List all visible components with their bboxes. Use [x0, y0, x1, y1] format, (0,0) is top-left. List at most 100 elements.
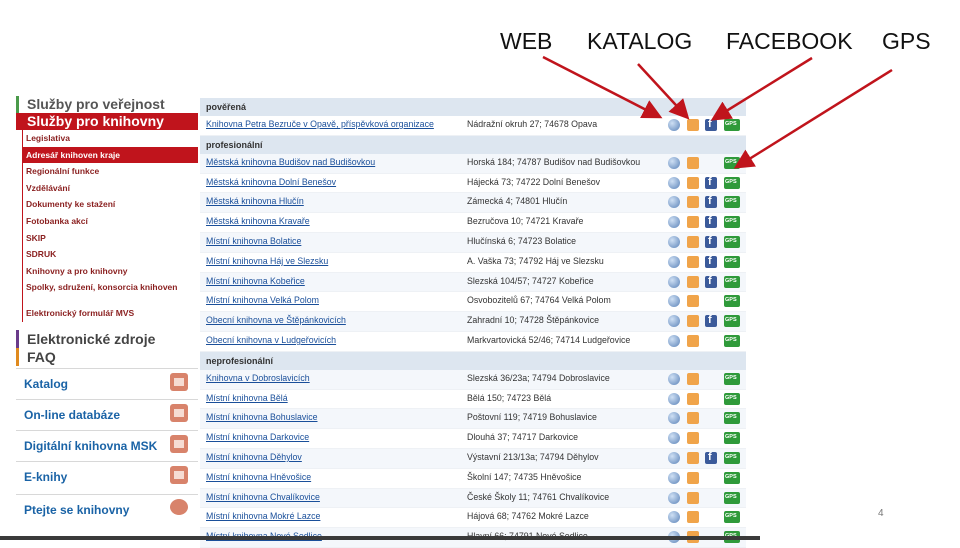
library-name-link[interactable]: Městská knihovna Dolní Benešov	[206, 177, 336, 187]
sidebar-ask[interactable]: Ptejte se knihovny	[16, 494, 198, 525]
web-icon[interactable]	[668, 275, 680, 288]
gps-icon[interactable]	[724, 412, 740, 425]
sidebar-box-3[interactable]: E-knihy	[16, 461, 198, 492]
gps-icon[interactable]	[724, 216, 740, 229]
sidebar-section-1[interactable]: Služby pro knihovny	[16, 113, 198, 130]
web-icon[interactable]	[668, 119, 680, 131]
facebook-icon[interactable]	[705, 195, 717, 209]
gps-icon[interactable]	[724, 275, 740, 288]
catalog-icon[interactable]	[687, 491, 699, 504]
sidebar-subitem-2[interactable]: Regionální funkce	[22, 163, 198, 180]
web-icon[interactable]	[668, 315, 680, 328]
catalog-icon[interactable]	[687, 176, 699, 189]
facebook-icon[interactable]	[705, 275, 717, 288]
catalog-icon[interactable]	[687, 334, 699, 347]
sidebar-section-0[interactable]: Služby pro veřejnost	[16, 96, 198, 113]
library-name-link[interactable]: Knihovna v Dobroslavicích	[206, 373, 310, 383]
library-name-link[interactable]: Místní knihovna Mokré Lazce	[206, 511, 320, 521]
gps-icon[interactable]	[724, 295, 740, 308]
web-icon[interactable]	[668, 392, 680, 405]
web-icon[interactable]	[668, 295, 680, 308]
catalog-icon[interactable]	[687, 275, 699, 288]
catalog-icon[interactable]	[687, 196, 699, 209]
facebook-icon[interactable]	[705, 215, 717, 229]
web-icon[interactable]	[668, 216, 680, 229]
web-icon[interactable]	[668, 511, 680, 524]
sidebar-box-2[interactable]: Digitální knihovna MSK	[16, 430, 198, 461]
web-icon[interactable]	[668, 255, 680, 268]
library-name-link[interactable]: Místní knihovna Bohuslavice	[206, 412, 318, 422]
web-icon[interactable]	[668, 451, 680, 464]
library-name-link[interactable]: Místní knihovna Chvalíkovice	[206, 492, 320, 502]
library-name-link[interactable]: Knihovna Petra Bezruče v Opavě, příspěvk…	[206, 119, 434, 129]
gps-icon[interactable]	[724, 156, 740, 169]
gps-icon[interactable]	[724, 315, 740, 328]
sidebar-subitem-0[interactable]: Legislativa	[22, 130, 198, 147]
facebook-icon[interactable]	[705, 314, 717, 328]
gps-icon[interactable]	[724, 196, 740, 209]
web-icon[interactable]	[668, 176, 680, 189]
catalog-icon[interactable]	[687, 315, 699, 328]
sidebar-subitem-3[interactable]: Vzdělávání	[22, 179, 198, 197]
catalog-icon[interactable]	[687, 372, 699, 385]
gps-icon[interactable]	[724, 392, 740, 405]
library-name-link[interactable]: Místní knihovna Háj ve Slezsku	[206, 256, 328, 266]
sidebar-section2-0[interactable]: Elektronické zdroje	[16, 329, 198, 348]
sidebar-subitem-7[interactable]: SDRUK	[22, 246, 198, 263]
web-icon[interactable]	[668, 372, 680, 385]
web-icon[interactable]	[668, 235, 680, 248]
catalog-icon[interactable]	[687, 295, 699, 308]
gps-icon[interactable]	[724, 491, 740, 504]
web-icon[interactable]	[668, 471, 680, 484]
catalog-icon[interactable]	[687, 119, 699, 131]
gps-icon[interactable]	[724, 176, 740, 189]
web-icon[interactable]	[668, 432, 680, 445]
gps-icon[interactable]	[724, 119, 740, 131]
facebook-icon[interactable]	[705, 255, 717, 268]
library-name-link[interactable]: Městská knihovna Budišov nad Budišovkou	[206, 157, 375, 167]
gps-icon[interactable]	[724, 372, 740, 385]
sidebar-subitem-8[interactable]: Knihovny a pro knihovny	[22, 262, 198, 280]
catalog-icon[interactable]	[687, 255, 699, 268]
library-name-link[interactable]: Obecní knihovna v Ludgeřovicích	[206, 335, 336, 345]
gps-icon[interactable]	[724, 432, 740, 445]
sidebar-section2-1[interactable]: FAQ	[16, 347, 198, 366]
sidebar-subitem-1[interactable]: Adresář knihoven kraje	[22, 146, 198, 164]
library-name-link[interactable]: Místní knihovna Darkovice	[206, 432, 309, 442]
sidebar-subitem-10[interactable]: Elektronický formulář MVS	[22, 305, 198, 322]
web-icon[interactable]	[668, 491, 680, 504]
library-name-link[interactable]: Místní knihovna Velká Polom	[206, 295, 319, 305]
web-icon[interactable]	[668, 412, 680, 425]
facebook-icon[interactable]	[705, 451, 717, 464]
library-name-link[interactable]: Městská knihovna Kravaře	[206, 216, 310, 226]
web-icon[interactable]	[668, 156, 680, 169]
sidebar-box-0[interactable]: Katalog	[16, 368, 198, 399]
sidebar-subitem-6[interactable]: SKIP	[22, 229, 198, 247]
facebook-icon[interactable]	[705, 118, 717, 131]
library-name-link[interactable]: Obecní knihovna ve Štěpánkovicích	[206, 315, 346, 325]
library-name-link[interactable]: Místní knihovna Děhylov	[206, 452, 302, 462]
gps-icon[interactable]	[724, 334, 740, 347]
catalog-icon[interactable]	[687, 451, 699, 464]
library-name-link[interactable]: Místní knihovna Bolatice	[206, 236, 301, 246]
facebook-icon[interactable]	[705, 176, 717, 189]
library-name-link[interactable]: Místní knihovna Kobeřice	[206, 276, 305, 286]
gps-icon[interactable]	[724, 255, 740, 268]
library-name-link[interactable]: Místní knihovna Hněvošice	[206, 472, 311, 482]
gps-icon[interactable]	[724, 511, 740, 524]
sidebar-subitem-9[interactable]: Spolky, sdružení, konsorcia knihoven	[22, 279, 198, 306]
catalog-icon[interactable]	[687, 432, 699, 445]
catalog-icon[interactable]	[687, 216, 699, 229]
facebook-icon[interactable]	[705, 235, 717, 248]
web-icon[interactable]	[668, 196, 680, 209]
catalog-icon[interactable]	[687, 156, 699, 169]
catalog-icon[interactable]	[687, 471, 699, 484]
catalog-icon[interactable]	[687, 511, 699, 524]
sidebar-subitem-5[interactable]: Fotobanka akcí	[22, 212, 198, 230]
gps-icon[interactable]	[724, 471, 740, 484]
catalog-icon[interactable]	[687, 235, 699, 248]
gps-icon[interactable]	[724, 451, 740, 464]
sidebar-box-1[interactable]: On-line databáze	[16, 399, 198, 430]
sidebar-subitem-4[interactable]: Dokumenty ke stažení	[22, 196, 198, 213]
gps-icon[interactable]	[724, 235, 740, 248]
